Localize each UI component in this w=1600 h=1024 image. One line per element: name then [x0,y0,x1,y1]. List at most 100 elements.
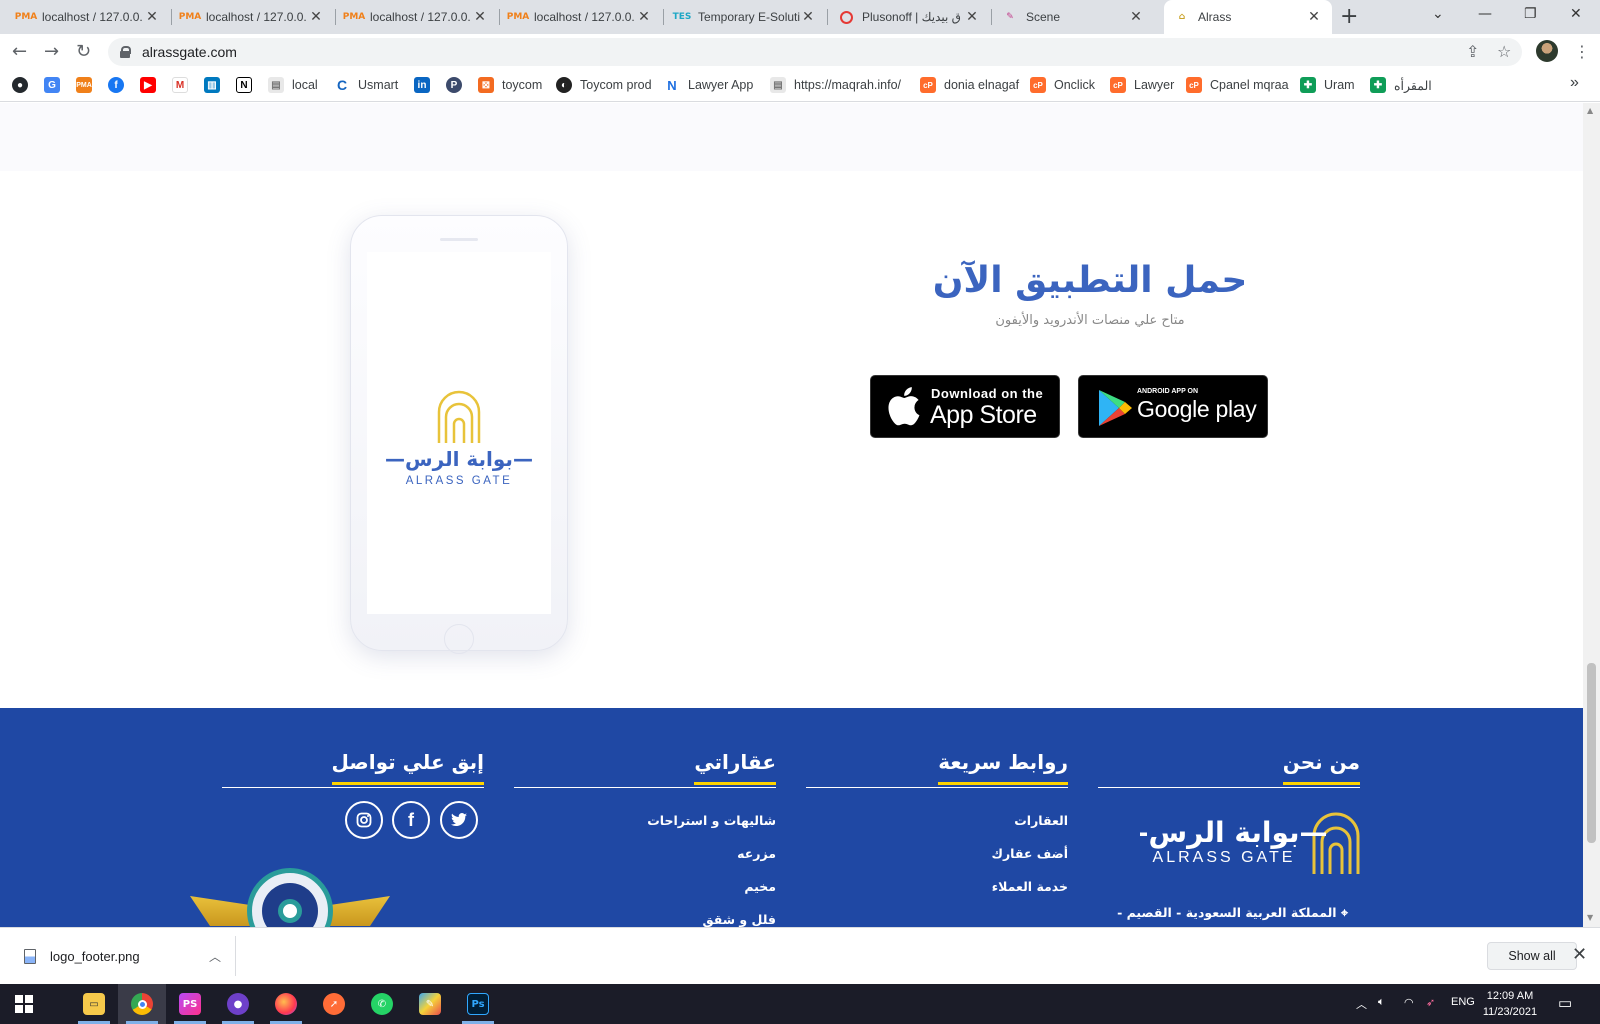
instagram-icon[interactable] [345,801,383,839]
google-play-button[interactable]: ANDROID APP ON Google play [1078,375,1268,438]
bookmark-maqraa[interactable]: ✚ المقرأه [1370,77,1432,93]
bookmark-donia[interactable]: cP donia elnagaf [920,77,1019,93]
page-scrollbar[interactable]: ▲ ▼ [1583,103,1600,927]
bookmark-toycom[interactable]: ⊠ toycom [478,77,542,93]
forward-button[interactable]: → [44,41,59,62]
close-icon[interactable]: ✕ [636,9,652,25]
windows-start-icon[interactable] [0,984,48,1024]
bookmark-gmail[interactable]: M [172,77,196,93]
app-store-button[interactable]: Download on the App Store [870,375,1060,438]
postman-icon[interactable]: ➚ [310,984,358,1024]
chrome-icon[interactable] [118,984,166,1024]
phone-logo-arabic: —بوابة الرس— [385,447,533,471]
bookmark-cpanel-mqraa[interactable]: cP Cpanel mqraa [1186,77,1289,93]
bookmark-youtube[interactable]: ▶ [140,77,164,93]
whatsapp-icon[interactable]: ✆ [358,984,406,1024]
bookmark-onclick[interactable]: cP Onclick [1030,77,1095,93]
footer-link-chalets[interactable]: شاليهات و استراحات [576,813,776,828]
close-downloads-icon[interactable]: ✕ [1572,944,1587,965]
bookmark-lawyer-app[interactable]: N Lawyer App [664,77,753,93]
language-indicator[interactable]: ENG [1451,996,1475,1008]
lock-icon[interactable] [120,46,131,58]
tab-localhost-3[interactable]: PMA localhost / 127.0.0. ✕ [336,0,498,34]
show-all-button[interactable]: Show all [1487,942,1577,970]
tray-overflow-icon[interactable]: ︿ [1356,996,1367,1012]
footer-link-camp[interactable]: مخيم [576,879,776,894]
tab-localhost-2[interactable]: PMA localhost / 127.0.0. ✕ [172,0,334,34]
file-explorer-icon[interactable]: ▭ [70,984,118,1024]
bookmark-uram[interactable]: ✚ Uram [1300,77,1355,93]
paint-icon[interactable]: ✎ [406,984,454,1024]
bookmark-notion[interactable]: N [236,77,260,93]
close-icon[interactable]: ✕ [1128,9,1144,25]
back-button[interactable]: ← [12,41,27,62]
address-bar[interactable]: alrassgate.com [108,38,1522,66]
bookmark-trello[interactable]: ▥ [204,77,228,93]
bookmarks-overflow-icon[interactable]: » [1570,74,1579,92]
share-icon[interactable]: ⇪ [1466,42,1479,61]
notion-icon: N [236,77,252,93]
tab-temporary[interactable]: TES Temporary E-Soluti ✕ [664,0,826,34]
bookmark-github[interactable]: ● [12,77,36,93]
bookmark-local[interactable]: ▤ local [268,77,318,93]
bookmark-phpmyadmin[interactable]: PMA [76,77,100,93]
app-download-subtitle: متاح علي منصات الأندرويد والأيفون [995,313,1185,328]
close-icon[interactable]: ✕ [472,9,488,25]
bookmark-toycom-prod[interactable]: ◐ Toycom prod [556,77,652,93]
facebook-icon[interactable]: f [392,801,430,839]
tab-localhost-1[interactable]: PMA localhost / 127.0.0. ✕ [8,0,170,34]
tab-alrass-active[interactable]: ⌂ Alrass ✕ [1164,0,1332,34]
photoshop-icon[interactable]: Ps [454,984,502,1024]
twitter-icon[interactable] [440,801,478,839]
bookmark-translate[interactable]: G [44,77,68,93]
tab-plusonoff[interactable]: Plusonoff | ق بيديك ✕ [828,0,990,34]
system-clock[interactable]: 12:09 AM 11/23/2021 [1480,988,1540,1020]
firefox-icon[interactable] [262,984,310,1024]
github-desktop-icon[interactable]: ● [214,984,262,1024]
profile-avatar[interactable] [1536,40,1558,62]
close-icon[interactable]: ✕ [308,9,324,25]
bookmark-lawyer[interactable]: cP Lawyer [1110,77,1174,93]
tab-scene[interactable]: ✎ Scene ✕ [992,0,1154,34]
footer-link-properties[interactable]: العقارات [868,813,1068,828]
close-icon[interactable]: ✕ [800,9,816,25]
bookmark-linkedin[interactable]: in [414,77,438,93]
tab-title: Scene [1026,10,1061,24]
bookmark-label: Usmart [358,78,399,92]
volume-muted-icon[interactable]: 🔈︎ [1378,996,1385,1009]
app-download-title: حمل التطبيق الآن [932,260,1248,301]
tab-localhost-4[interactable]: PMA localhost / 127.0.0. ✕ [500,0,662,34]
bookmark-usmart[interactable]: C Usmart [334,77,398,93]
bookmark-facebook[interactable]: f [108,77,132,93]
google-translate-icon: G [44,77,60,93]
scrollbar-thumb[interactable] [1587,663,1596,843]
restore-button[interactable]: ❐ [1524,6,1537,22]
phone-mockup: —بوابة الرس— ALRASS GATE [350,215,568,654]
bookmark-p[interactable]: P [446,77,470,93]
footer-link-add-property[interactable]: أضف عقارك [868,846,1068,861]
close-icon[interactable]: ✕ [964,9,980,25]
close-icon[interactable]: ✕ [1306,9,1322,25]
close-icon[interactable]: ✕ [144,9,160,25]
bookmark-star-icon[interactable]: ☆ [1497,42,1511,61]
footer-link-villas[interactable]: فلل و شقق [576,912,776,927]
minimize-button[interactable]: — [1478,6,1492,22]
tray-app-icon[interactable]: ➶ [1426,996,1435,1009]
new-tab-button[interactable]: + [1340,4,1358,29]
location-pin-icon: ⌖ [1340,905,1348,920]
phpmyadmin-icon: PMA [342,12,366,22]
tab-title: localhost / 127.0.0. [42,10,143,24]
notifications-icon[interactable]: ▭ [1558,994,1572,1012]
reload-button[interactable]: ↻ [76,41,91,62]
download-item[interactable]: logo_footer.png ︿ [14,936,236,976]
tab-strip: PMA localhost / 127.0.0. ✕ PMA localhost… [0,0,1600,34]
bookmark-maqrah[interactable]: ▤ https://maqrah.info/ [770,77,901,93]
footer-link-farm[interactable]: مزرعه [576,846,776,861]
close-window-button[interactable]: ✕ [1570,6,1582,22]
network-icon[interactable]: ◠ [1404,996,1414,1009]
footer-link-customer-service[interactable]: خدمة العملاء [868,879,1068,894]
menu-icon[interactable]: ⋮ [1574,42,1590,61]
phpstorm-icon[interactable]: PS [166,984,214,1024]
chevron-up-icon[interactable]: ︿ [209,948,221,965]
tab-search-icon[interactable]: ⌄ [1432,6,1444,22]
